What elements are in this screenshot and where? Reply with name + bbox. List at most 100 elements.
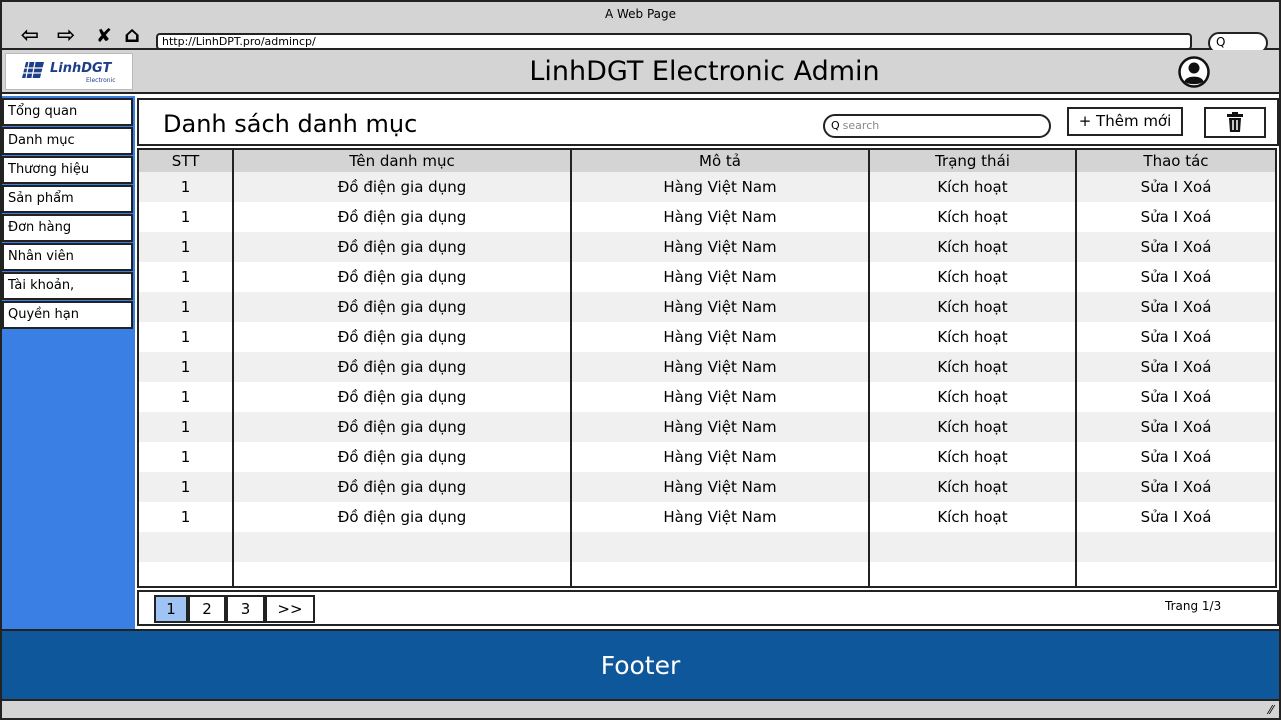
cell-name: Đồ điện gia dụng xyxy=(232,412,571,442)
page-button-3[interactable]: 3 xyxy=(226,595,265,623)
home-icon[interactable]: ⌂ xyxy=(118,22,146,50)
cell-stt: 1 xyxy=(139,472,233,502)
table-row[interactable]: 1 Đồ điện gia dụng Hàng Việt Nam Kích hoạt S… xyxy=(139,412,1275,442)
sidebar-item-brands[interactable]: Thương hiệu xyxy=(2,156,133,184)
table-row[interactable]: 1 Đồ điện gia dụng Hàng Việt Nam Kích hoạt S… xyxy=(139,232,1275,262)
page-header-title: LinhDGT Electronic Admin xyxy=(529,56,880,87)
page-button-2[interactable]: 2 xyxy=(188,595,226,623)
sidebar-item-permissions[interactable]: Quyền hạn xyxy=(2,301,133,329)
cell-actions[interactable]: Sửa I Xoá xyxy=(1075,292,1275,322)
cell-status: Kích hoạt xyxy=(868,322,1076,352)
cell-stt xyxy=(139,562,233,586)
url-bar[interactable]: http://LinhDPT.pro/admincp/ xyxy=(156,33,1192,50)
sidebar-item-overview[interactable]: Tổng quan xyxy=(2,98,133,126)
cell-actions[interactable]: Sửa I Xoá xyxy=(1075,412,1275,442)
search-input[interactable]: Qsearch xyxy=(823,114,1051,138)
category-table: STT Tên danh mục Mô tả Trạng thái Thao t… xyxy=(137,148,1277,588)
cell-description: Hàng Việt Nam xyxy=(570,472,869,502)
cell-status: Kích hoạt xyxy=(868,292,1076,322)
cell-actions[interactable]: Sửa I Xoá xyxy=(1075,352,1275,382)
cell-status: Kích hoạt xyxy=(868,172,1076,202)
sidebar-item-staff[interactable]: Nhân viên xyxy=(2,243,133,271)
cell-stt: 1 xyxy=(139,442,233,472)
cell-name: Đồ điện gia dụng xyxy=(232,232,571,262)
cell-name: Đồ điện gia dụng xyxy=(232,442,571,472)
forward-arrow-icon[interactable]: ⇨ xyxy=(52,22,80,50)
content-header: Danh sách danh mục Qsearch + Thêm mới xyxy=(137,98,1279,146)
column-header-actions[interactable]: Thao tác xyxy=(1075,150,1275,172)
column-header-status[interactable]: Trạng thái xyxy=(868,150,1076,172)
cell-actions[interactable]: Sửa I Xoá xyxy=(1075,322,1275,352)
sidebar-item-products[interactable]: Sản phẩm xyxy=(2,185,133,213)
cell-stt: 1 xyxy=(139,262,233,292)
cell-description: Hàng Việt Nam xyxy=(570,322,869,352)
cell-actions[interactable]: Sửa I Xoá xyxy=(1075,232,1275,262)
cell-description: Hàng Việt Nam xyxy=(570,172,869,202)
cell-stt: 1 xyxy=(139,202,233,232)
cell-name: Đồ điện gia dụng xyxy=(232,172,571,202)
cell-actions[interactable]: Sửa I Xoá xyxy=(1075,382,1275,412)
delete-button[interactable] xyxy=(1204,107,1266,138)
browser-chrome: A Web Page ⇦ ⇨ ✘ ⌂ http://LinhDPT.pro/ad… xyxy=(2,2,1279,54)
cell-name: Đồ điện gia dụng xyxy=(232,502,571,532)
next-page-button[interactable]: >> xyxy=(265,595,315,623)
table-row[interactable]: 1 Đồ điện gia dụng Hàng Việt Nam Kích hoạt S… xyxy=(139,382,1275,412)
sidebar-item-orders[interactable]: Đơn hàng xyxy=(2,214,133,242)
cell-stt xyxy=(139,532,233,562)
close-icon[interactable]: ✘ xyxy=(90,22,118,50)
cell-status: Kích hoạt xyxy=(868,352,1076,382)
cell-description xyxy=(570,532,869,562)
table-row[interactable]: 1 Đồ điện gia dụng Hàng Việt Nam Kích hoạt S… xyxy=(139,352,1275,382)
cell-actions[interactable]: Sửa I Xoá xyxy=(1075,262,1275,292)
cell-description: Hàng Việt Nam xyxy=(570,232,869,262)
column-header-name[interactable]: Tên danh mục xyxy=(232,150,571,172)
cell-actions[interactable] xyxy=(1075,562,1275,586)
cell-actions[interactable]: Sửa I Xoá xyxy=(1075,472,1275,502)
sidebar-item-accounts[interactable]: Tài khoản, xyxy=(2,272,133,300)
table-row[interactable]: 1 Đồ điện gia dụng Hàng Việt Nam Kích hoạt S… xyxy=(139,472,1275,502)
cell-status: Kích hoạt xyxy=(868,232,1076,262)
cell-actions[interactable]: Sửa I Xoá xyxy=(1075,202,1275,232)
cell-actions[interactable]: Sửa I Xoá xyxy=(1075,172,1275,202)
table-row[interactable]: 1 Đồ điện gia dụng Hàng Việt Nam Kích hoạt S… xyxy=(139,172,1275,202)
cell-stt: 1 xyxy=(139,292,233,322)
page-button-1[interactable]: 1 xyxy=(154,595,188,623)
cell-status: Kích hoạt xyxy=(868,382,1076,412)
sidebar-item-categories[interactable]: Danh mục xyxy=(2,127,133,155)
table-row[interactable] xyxy=(139,562,1275,586)
table-row[interactable]: 1 Đồ điện gia dụng Hàng Việt Nam Kích hoạt S… xyxy=(139,442,1275,472)
resize-handle-icon[interactable]: ⁄⁄ xyxy=(1269,703,1273,717)
cell-status: Kích hoạt xyxy=(868,262,1076,292)
column-header-description[interactable]: Mô tả xyxy=(570,150,869,172)
cell-actions[interactable] xyxy=(1075,532,1275,562)
cell-actions[interactable]: Sửa I Xoá xyxy=(1075,502,1275,532)
table-row[interactable]: 1 Đồ điện gia dụng Hàng Việt Nam Kích hoạt S… xyxy=(139,202,1275,232)
table-row[interactable]: 1 Đồ điện gia dụng Hàng Việt Nam Kích hoạt S… xyxy=(139,262,1275,292)
table-row[interactable]: 1 Đồ điện gia dụng Hàng Việt Nam Kích hoạt S… xyxy=(139,502,1275,532)
cell-description: Hàng Việt Nam xyxy=(570,412,869,442)
sidebar: Tổng quan Danh mục Thương hiệu Sản phẩm … xyxy=(2,96,135,629)
cell-status: Kích hoạt xyxy=(868,202,1076,232)
cell-name: Đồ điện gia dụng xyxy=(232,202,571,232)
user-avatar-icon[interactable] xyxy=(1178,56,1210,88)
cell-name xyxy=(232,532,571,562)
cell-actions[interactable]: Sửa I Xoá xyxy=(1075,442,1275,472)
table-row[interactable]: 1 Đồ điện gia dụng Hàng Việt Nam Kích hoạt S… xyxy=(139,322,1275,352)
column-header-stt[interactable]: STT xyxy=(139,150,233,172)
status-bar: ⁄⁄ xyxy=(2,701,1279,718)
cell-status: Kích hoạt xyxy=(868,442,1076,472)
table-row[interactable] xyxy=(139,532,1275,562)
cell-description: Hàng Việt Nam xyxy=(570,382,869,412)
cell-status: Kích hoạt xyxy=(868,502,1076,532)
search-icon: Q xyxy=(831,119,840,132)
add-new-button[interactable]: + Thêm mới xyxy=(1067,107,1183,136)
app-header: LinhDGT Electronic LinhDGT Electronic Ad… xyxy=(2,50,1279,94)
footer: Footer xyxy=(2,629,1279,701)
table-row[interactable]: 1 Đồ điện gia dụng Hàng Việt Nam Kích hoạt S… xyxy=(139,292,1275,322)
cell-description: Hàng Việt Nam xyxy=(570,352,869,382)
back-arrow-icon[interactable]: ⇦ xyxy=(16,22,44,50)
cell-name: Đồ điện gia dụng xyxy=(232,472,571,502)
cell-name: Đồ điện gia dụng xyxy=(232,352,571,382)
browser-window: A Web Page ⇦ ⇨ ✘ ⌂ http://LinhDPT.pro/ad… xyxy=(0,0,1281,720)
pagination-bar: 1 2 3 >> Trang 1/3 xyxy=(137,590,1279,626)
